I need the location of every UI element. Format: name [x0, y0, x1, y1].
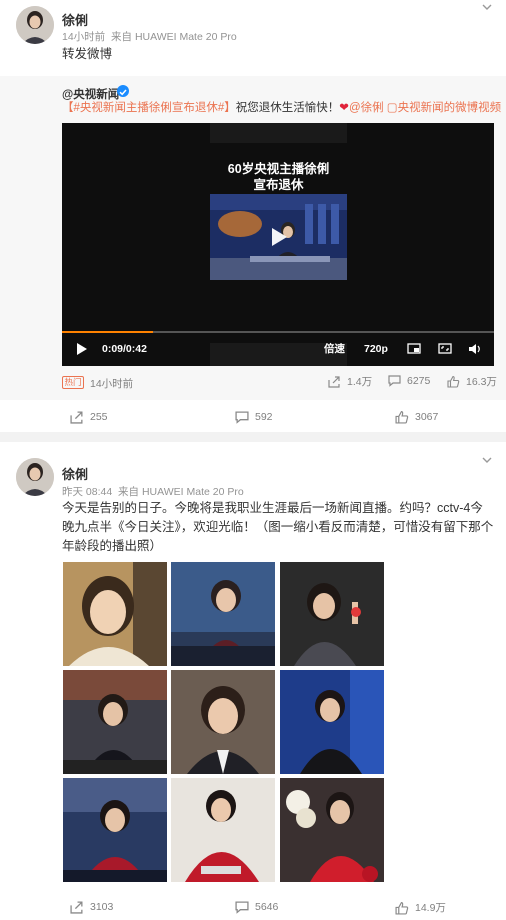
post-source: 来自 HUAWEI Mate 20 Pro	[111, 31, 237, 43]
post-time[interactable]: 昨天 08:44	[62, 486, 112, 498]
comment-count: 5646	[255, 901, 279, 913]
photo-5[interactable]	[171, 670, 275, 774]
share-icon	[328, 376, 340, 388]
avatar[interactable]	[16, 458, 54, 496]
repost-share-count: 1.4万	[347, 376, 373, 388]
post-card-repost: 徐俐 14小时前 来自 HUAWEI Mate 20 Pro 转发微博 @央视新…	[0, 0, 506, 432]
post-time[interactable]: 14小时前	[62, 31, 105, 43]
repost-time[interactable]: 14小时前	[90, 376, 133, 391]
verified-icon	[117, 85, 129, 97]
photo-2[interactable]	[171, 562, 275, 666]
photo-4[interactable]	[63, 670, 167, 774]
quality-button[interactable]: 720p	[364, 341, 388, 357]
repost-text-body: 祝您退休生活愉快！	[235, 102, 340, 114]
repost-like-button[interactable]: 16.3万	[447, 374, 497, 389]
hot-badge: 热门	[62, 376, 84, 389]
author-name[interactable]: 徐俐	[62, 464, 88, 483]
repost-button[interactable]: 255	[70, 410, 108, 424]
video-frame[interactable]	[210, 194, 347, 280]
volume-icon[interactable]	[468, 341, 482, 357]
author-name[interactable]: 徐俐	[62, 10, 88, 29]
chevron-down-icon[interactable]	[480, 0, 494, 14]
photo-3[interactable]	[280, 562, 384, 666]
comment-icon	[388, 375, 401, 387]
video-thumb-edge	[210, 123, 347, 143]
photo-7[interactable]	[63, 778, 167, 882]
comment-icon	[235, 901, 249, 914]
video-player[interactable]: 60岁央视主播徐俐 宣布退休 0:09/0:42 倍速 720p	[62, 123, 494, 366]
share-icon	[70, 901, 83, 914]
thumbs-up-icon	[395, 411, 409, 424]
chevron-down-icon[interactable]	[480, 453, 494, 467]
photo-9[interactable]	[280, 778, 384, 882]
like-count: 14.9万	[415, 902, 446, 914]
like-button[interactable]: 14.9万	[395, 900, 446, 915]
repost-count: 3103	[90, 901, 114, 913]
repost-like-count: 16.3万	[466, 376, 497, 388]
video-progress-fill	[62, 331, 153, 333]
reposted-content[interactable]: @央视新闻 【#央视新闻主播徐俐宣布退休#】祝您退休生活愉快！❤@徐俐 ▢央视新…	[0, 76, 506, 400]
repost-button[interactable]: 3103	[70, 900, 113, 914]
photo-6[interactable]	[280, 670, 384, 774]
video-title-line1: 60岁央视主播徐俐	[227, 162, 330, 176]
repost-comment-count: 6275	[407, 374, 431, 387]
pip-icon[interactable]	[407, 341, 421, 357]
post-meta: 昨天 08:44 来自 HUAWEI Mate 20 Pro	[62, 484, 244, 499]
photo-1[interactable]	[63, 562, 167, 666]
hashtag-link[interactable]: 【#央视新闻主播徐俐宣布退休#】	[62, 102, 236, 114]
repost-count: 255	[90, 411, 108, 423]
repost-text: 【#央视新闻主播徐俐宣布退休#】祝您退休生活愉快！❤@徐俐 ▢央视新闻的微博视频	[62, 100, 501, 117]
play-icon[interactable]	[76, 341, 88, 357]
heart-emoji: ❤	[339, 102, 349, 114]
share-icon	[70, 411, 83, 424]
comment-button[interactable]: 592	[235, 410, 273, 424]
post-text: 今天是告别的日子。今晚将是我职业生涯最后一场新闻直播。约吗？cctv-4今晚九点…	[62, 501, 494, 553]
post-card-photos: 徐俐 昨天 08:44 来自 HUAWEI Mate 20 Pro 今天是告别的…	[0, 442, 506, 920]
video-title: 60岁央视主播徐俐 宣布退休	[210, 161, 347, 193]
mention-link[interactable]: @徐俐 ▢央视新闻的微博视频	[349, 102, 501, 114]
comment-icon	[235, 411, 249, 424]
post-source: 来自 HUAWEI Mate 20 Pro	[118, 486, 244, 498]
repost-share-button[interactable]: 1.4万	[328, 374, 372, 389]
like-button[interactable]: 3067	[395, 410, 438, 424]
repost-comment-button[interactable]: 6275	[388, 374, 430, 387]
comment-button[interactable]: 5646	[235, 900, 278, 914]
thumbs-up-icon	[447, 375, 460, 388]
play-overlay-icon[interactable]	[265, 224, 291, 250]
photo-8[interactable]	[171, 778, 275, 882]
like-count: 3067	[415, 411, 439, 423]
fullscreen-web-icon[interactable]	[438, 341, 452, 357]
post-text: 转发微博	[62, 47, 113, 61]
thumbs-up-icon	[395, 901, 409, 915]
comment-count: 592	[255, 411, 273, 423]
post-meta: 14小时前 来自 HUAWEI Mate 20 Pro	[62, 29, 237, 44]
avatar[interactable]	[16, 6, 54, 44]
video-title-line2: 宣布退休	[253, 178, 304, 192]
speed-button[interactable]: 倍速	[324, 341, 345, 357]
video-time: 0:09/0:42	[102, 343, 147, 355]
